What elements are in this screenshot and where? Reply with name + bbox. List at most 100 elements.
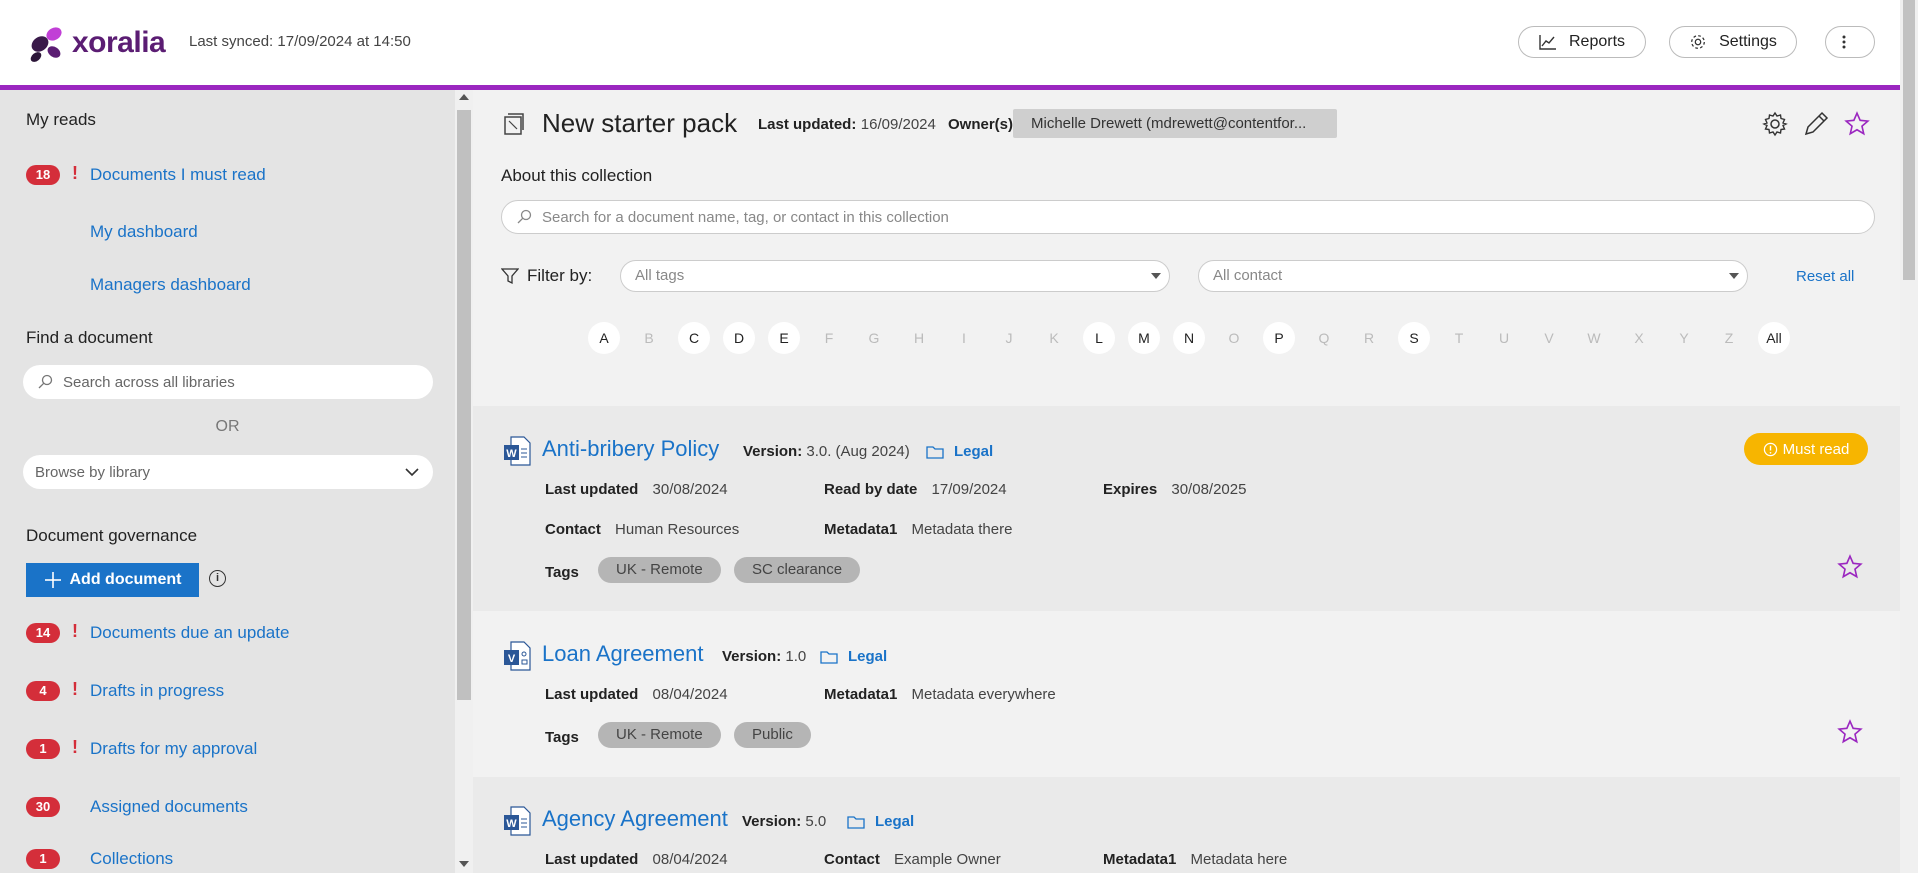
scroll-up-arrow-icon[interactable]	[459, 94, 469, 100]
browse-library-label: Browse by library	[35, 463, 151, 481]
assigned-count-badge: 30	[26, 797, 60, 817]
reset-all-link[interactable]: Reset all	[1796, 268, 1854, 285]
more-options-button[interactable]	[1825, 26, 1875, 58]
drafts-in-progress-link[interactable]: Drafts in progress	[90, 681, 224, 701]
xoralia-logo[interactable]: xoralia	[28, 24, 166, 62]
scroll-down-arrow-icon[interactable]	[459, 861, 469, 867]
add-document-button[interactable]: Add document	[26, 563, 199, 597]
tag-chip[interactable]: UK - Remote	[598, 557, 721, 583]
document-card[interactable]: V Loan Agreement Version: 1.0 Legal Last…	[473, 612, 1900, 776]
document-title-link[interactable]: Agency Agreement	[542, 806, 728, 832]
document-card[interactable]: W Agency Agreement Version: 5.0 Legal La…	[473, 777, 1900, 873]
document-version: Version: 1.0	[722, 648, 806, 665]
letter-filter-button[interactable]: A	[588, 322, 620, 354]
vertical-dots-icon	[1842, 35, 1846, 49]
letter-filter-button[interactable]: H	[903, 322, 935, 354]
letter-filter-button[interactable]: Y	[1668, 322, 1700, 354]
field-label: Last updated	[545, 851, 639, 868]
must-read-badge: Must read	[1744, 433, 1868, 465]
governance-heading: Document governance	[26, 526, 198, 545]
letter-filter-button[interactable]: X	[1623, 322, 1655, 354]
plus-icon	[44, 572, 61, 588]
letter-filter-button[interactable]: I	[948, 322, 980, 354]
library-link[interactable]: Legal	[820, 648, 887, 665]
letter-filter-button[interactable]: Z	[1713, 322, 1745, 354]
reports-button[interactable]: Reports	[1518, 26, 1646, 58]
field-value: Metadata everywhere	[911, 686, 1056, 703]
page-scrollbar[interactable]	[1900, 0, 1918, 873]
letter-filter-button[interactable]: V	[1533, 322, 1565, 354]
settings-label: Settings	[1719, 33, 1777, 50]
collections-link[interactable]: Collections	[90, 849, 173, 869]
letter-filter-button[interactable]: R	[1353, 322, 1385, 354]
collection-search-input[interactable]: Search for a document name, tag, or cont…	[501, 200, 1875, 234]
drafts-for-approval-link[interactable]: Drafts for my approval	[90, 739, 257, 759]
due-update-count-badge: 14	[26, 623, 60, 643]
expires-field: Expires 30/08/2025	[1103, 481, 1246, 498]
document-title-link[interactable]: Anti-bribery Policy	[542, 436, 719, 462]
letter-filter-button[interactable]: P	[1263, 322, 1295, 354]
version-label: Version:	[742, 813, 802, 830]
word-document-icon: W	[504, 806, 531, 836]
letter-filter-button[interactable]: N	[1173, 322, 1205, 354]
sidebar-scrollbar[interactable]	[455, 90, 473, 873]
letter-filter-button[interactable]: All	[1758, 322, 1790, 354]
letter-filter-button[interactable]: B	[633, 322, 665, 354]
collection-main: New starter pack Last updated: 16/09/202…	[473, 90, 1900, 873]
urgent-exclamation-icon: !	[72, 621, 78, 641]
documents-due-update-link[interactable]: Documents due an update	[90, 623, 289, 643]
library-name: Legal	[875, 813, 915, 830]
letter-filter-button[interactable]: L	[1083, 322, 1115, 354]
visio-document-icon: V	[504, 641, 531, 671]
last-updated-field: Last updated 08/04/2024	[545, 686, 728, 703]
letter-filter-button[interactable]: T	[1443, 322, 1475, 354]
library-search-input[interactable]: Search across all libraries	[23, 365, 433, 399]
document-title-link[interactable]: Loan Agreement	[542, 641, 703, 667]
settings-button[interactable]: Settings	[1669, 26, 1797, 58]
favourite-star-icon[interactable]	[1844, 111, 1870, 137]
letter-filter-button[interactable]: O	[1218, 322, 1250, 354]
document-version: Version: 3.0. (Aug 2024)	[743, 443, 910, 460]
owner-chip[interactable]: Michelle Drewett (mdrewett@contentfor...	[1013, 109, 1337, 138]
sidebar-scrollbar-thumb[interactable]	[457, 110, 471, 700]
contact-filter-select[interactable]: All contact	[1198, 260, 1748, 292]
edit-pencil-icon[interactable]	[1802, 110, 1830, 138]
my-dashboard-link[interactable]: My dashboard	[90, 222, 198, 242]
letter-filter-button[interactable]: G	[858, 322, 890, 354]
letter-filter-button[interactable]: M	[1128, 322, 1160, 354]
letter-filter-button[interactable]: S	[1398, 322, 1430, 354]
field-label: Expires	[1103, 481, 1158, 498]
letter-filter-button[interactable]: F	[813, 322, 845, 354]
owner-label: Owner(s)	[948, 116, 1014, 133]
document-card[interactable]: W Anti-bribery Policy Version: 3.0. (Aug…	[473, 406, 1900, 611]
info-icon[interactable]: i	[209, 570, 226, 587]
metadata-field: Metadata1 Metadata everywhere	[824, 686, 1056, 703]
contact-field: Contact Human Resources	[545, 521, 739, 538]
favourite-star-icon[interactable]	[1837, 554, 1863, 580]
letter-filter-button[interactable]: E	[768, 322, 800, 354]
tags-filter-select[interactable]: All tags	[620, 260, 1170, 292]
gear-icon[interactable]	[1762, 111, 1788, 137]
letter-filter-button[interactable]: K	[1038, 322, 1070, 354]
browse-library-select[interactable]: Browse by library	[23, 455, 433, 489]
page-scrollbar-thumb[interactable]	[1903, 0, 1915, 280]
assigned-documents-link[interactable]: Assigned documents	[90, 797, 248, 817]
letter-filter-button[interactable]: C	[678, 322, 710, 354]
letter-filter-button[interactable]: J	[993, 322, 1025, 354]
favourite-star-icon[interactable]	[1837, 719, 1863, 745]
letter-filter-button[interactable]: Q	[1308, 322, 1340, 354]
gear-icon	[1691, 35, 1706, 49]
tag-chip[interactable]: Public	[734, 722, 811, 748]
letter-filter-button[interactable]: D	[723, 322, 755, 354]
drafts-approval-count-badge: 1	[26, 739, 60, 759]
managers-dashboard-link[interactable]: Managers dashboard	[90, 275, 251, 295]
library-link[interactable]: Legal	[926, 443, 993, 460]
letter-filter-button[interactable]: U	[1488, 322, 1520, 354]
library-link[interactable]: Legal	[847, 813, 914, 830]
tag-chip[interactable]: UK - Remote	[598, 722, 721, 748]
metadata-field: Metadata1 Metadata here	[1103, 851, 1287, 868]
documents-must-read-link[interactable]: Documents I must read	[90, 165, 266, 185]
library-name: Legal	[848, 648, 888, 665]
tag-chip[interactable]: SC clearance	[734, 557, 861, 583]
letter-filter-button[interactable]: W	[1578, 322, 1610, 354]
